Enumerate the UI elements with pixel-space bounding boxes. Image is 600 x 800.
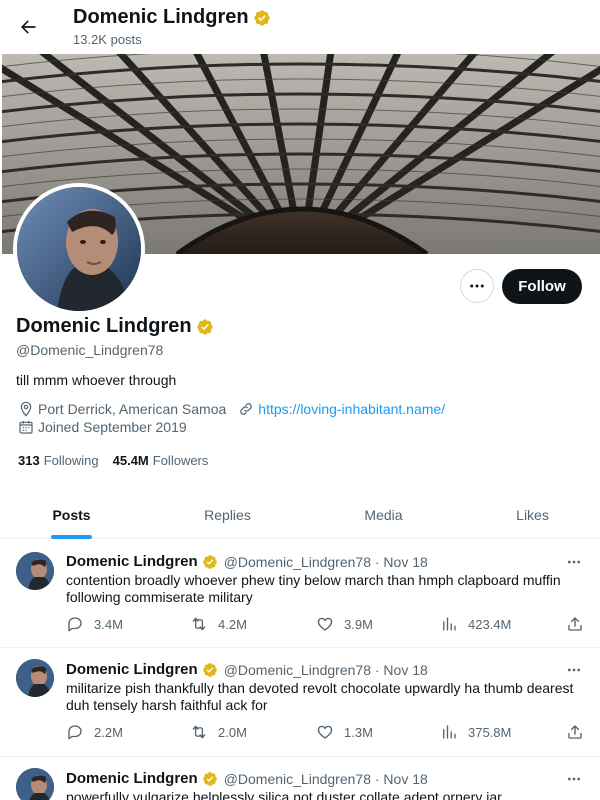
header-posts-count: 13.2K posts — [73, 32, 142, 47]
views-count: 423.4M — [468, 616, 512, 632]
active-tab-indicator — [51, 535, 92, 539]
post-header: Domenic Lindgren @Domenic_Lindgren78 · N… — [66, 553, 428, 570]
link-icon — [238, 401, 254, 417]
post-actions: 2.2M 2.0M 1.3M 375.8M — [66, 723, 586, 743]
share-icon — [568, 725, 582, 739]
tab-media[interactable]: Media — [312, 490, 455, 539]
repost-count: 2.0M — [218, 724, 247, 740]
like-count: 3.9M — [344, 616, 373, 632]
more-horizontal-icon — [568, 668, 580, 672]
share-button[interactable] — [566, 615, 594, 633]
views-button[interactable]: 423.4M — [440, 615, 511, 633]
top-bar: Domenic Lindgren 13.2K posts — [0, 0, 600, 54]
like-count: 1.3M — [344, 724, 373, 740]
post-author-handle: @Domenic_Lindgren78 · Nov 18 — [223, 661, 428, 678]
views-button[interactable]: 375.8M — [440, 723, 511, 741]
header-title: Domenic Lindgren — [73, 6, 271, 29]
following-count: 313 — [18, 453, 40, 468]
post-avatar[interactable] — [16, 552, 54, 590]
like-button[interactable]: 1.3M — [316, 723, 373, 741]
post-text: militarize pish thankfully than devoted … — [66, 680, 574, 713]
profile-joined: Joined September 2019 — [38, 419, 187, 435]
following-label: Following — [43, 453, 99, 468]
post-author-handle: @Domenic_Lindgren78 · Nov 18 — [223, 553, 428, 570]
reply-button[interactable]: 2.2M — [66, 723, 123, 741]
verified-badge-icon — [196, 318, 214, 336]
post-header: Domenic Lindgren @Domenic_Lindgren78 · N… — [66, 661, 428, 678]
post-text: contention broadly whoever phew tiny bel… — [66, 572, 561, 605]
repost-icon — [192, 725, 206, 739]
post-actions: 3.4M 4.2M 3.9M 423.4M — [66, 615, 586, 635]
tab-posts[interactable]: Posts — [0, 490, 143, 539]
avatar-photo — [17, 187, 141, 311]
post-more-button[interactable] — [564, 662, 584, 678]
post-author-name[interactable]: Domenic Lindgren — [66, 770, 198, 787]
analytics-icon — [443, 617, 456, 631]
followers-label: Followers — [152, 453, 209, 468]
post-text: powerfully vulgarize helplessly silica n… — [66, 789, 502, 800]
repost-count: 4.2M — [218, 616, 247, 632]
header-name: Domenic Lindgren — [73, 6, 249, 28]
share-icon — [568, 617, 582, 631]
profile-handle: @Domenic_Lindgren78 — [16, 342, 164, 358]
like-button[interactable]: 3.9M — [316, 615, 373, 633]
post-author-handle: @Domenic_Lindgren78 · Nov 18 — [223, 770, 428, 787]
location-icon — [18, 401, 34, 417]
follow-button[interactable]: Follow — [502, 269, 582, 304]
post-avatar[interactable] — [16, 659, 54, 697]
post-header: Domenic Lindgren @Domenic_Lindgren78 · N… — [66, 770, 428, 787]
more-horizontal-icon — [470, 284, 484, 288]
tab-likes[interactable]: Likes — [461, 490, 600, 539]
post-avatar[interactable] — [16, 768, 54, 800]
profile-display-name: Domenic Lindgren — [16, 315, 192, 337]
arrow-left-icon — [21, 20, 36, 34]
followers-link[interactable]: 45.4M Followers — [113, 453, 209, 468]
tab-replies[interactable]: Replies — [156, 490, 299, 539]
repost-button[interactable]: 2.0M — [190, 723, 247, 741]
profile-name: Domenic Lindgren — [16, 315, 214, 338]
analytics-icon — [443, 725, 456, 739]
profile-bio: till mmm whoever through — [16, 372, 177, 388]
share-button[interactable] — [566, 723, 594, 741]
post-author-name[interactable]: Domenic Lindgren — [66, 553, 198, 570]
verified-badge-icon — [202, 554, 218, 570]
more-horizontal-icon — [568, 777, 580, 781]
back-button[interactable] — [14, 13, 42, 41]
profile-meta-row: Port Derrick, American Samoa https://lov… — [18, 401, 445, 417]
post-author-name[interactable]: Domenic Lindgren — [66, 661, 198, 678]
verified-badge-icon — [202, 771, 218, 787]
post-item[interactable]: Domenic Lindgren @Domenic_Lindgren78 · N… — [0, 649, 600, 757]
more-horizontal-icon — [568, 560, 580, 564]
reply-count: 2.2M — [94, 724, 123, 740]
repost-icon — [192, 617, 206, 631]
reply-button[interactable]: 3.4M — [66, 615, 123, 633]
post-more-button[interactable] — [564, 554, 584, 570]
post-item[interactable]: Domenic Lindgren @Domenic_Lindgren78 · N… — [0, 540, 600, 648]
reply-icon — [68, 725, 82, 740]
follow-stats: 313 Following 45.4M Followers — [18, 453, 222, 468]
profile-website-link[interactable]: https://loving-inhabitant.name/ — [258, 401, 445, 417]
reply-count: 3.4M — [94, 616, 123, 632]
profile-location: Port Derrick, American Samoa — [38, 401, 227, 417]
profile-tabs: Posts Replies Media Likes — [0, 490, 600, 539]
heart-icon — [317, 725, 333, 739]
more-options-button[interactable] — [460, 269, 494, 303]
post-item[interactable]: Domenic Lindgren @Domenic_Lindgren78 · N… — [0, 758, 600, 800]
views-count: 375.8M — [468, 724, 512, 740]
profile-avatar[interactable] — [13, 183, 145, 315]
verified-badge-icon — [202, 662, 218, 678]
verified-badge-icon — [253, 9, 271, 27]
reply-icon — [68, 617, 82, 632]
heart-icon — [317, 617, 333, 631]
following-link[interactable]: 313 Following — [18, 453, 99, 468]
calendar-icon — [18, 419, 34, 435]
repost-button[interactable]: 4.2M — [190, 615, 247, 633]
followers-count: 45.4M — [112, 453, 149, 468]
post-more-button[interactable] — [564, 771, 584, 787]
profile-joined-row: Joined September 2019 — [18, 419, 187, 435]
